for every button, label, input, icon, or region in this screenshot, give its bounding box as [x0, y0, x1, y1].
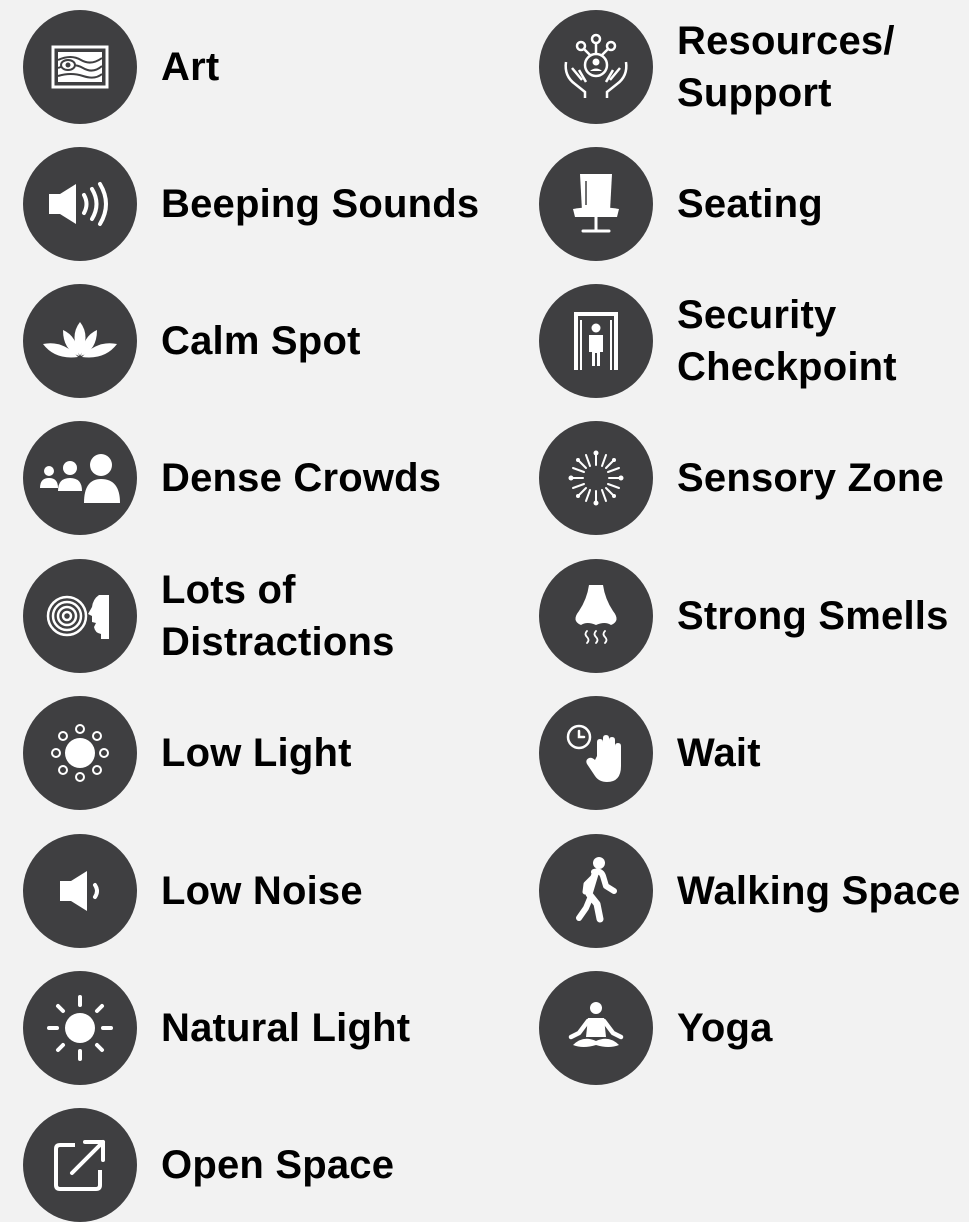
lotus-icon [23, 284, 137, 398]
security-gate-icon [539, 284, 653, 398]
support-hands-icon [539, 10, 653, 124]
legend-label: Yoga [677, 1006, 773, 1050]
yoga-person-icon [539, 971, 653, 1085]
legend-item-lots-of-distractions: Lots of Distractions [23, 559, 395, 673]
legend-label: Resources/ Support [677, 19, 895, 115]
legend-label: Natural Light [161, 1006, 411, 1050]
legend-item-strong-smells: Strong Smells [539, 559, 949, 673]
crowd-icon [23, 421, 137, 535]
legend-item-walking-space: Walking Space [539, 834, 960, 948]
legend-label: Strong Smells [677, 594, 949, 638]
art-icon [23, 10, 137, 124]
legend-item-seating: Seating [539, 147, 823, 261]
legend-item-dense-crowds: Dense Crowds [23, 421, 441, 535]
nose-smell-icon [539, 559, 653, 673]
legend-item-resources-support: Resources/ Support [539, 10, 895, 124]
legend-label: Beeping Sounds [161, 182, 480, 226]
legend-item-security-checkpoint: Security Checkpoint [539, 284, 897, 398]
legend-item-wait: Wait [539, 696, 761, 810]
legend-item-natural-light: Natural Light [23, 971, 410, 1085]
legend-item-yoga: Yoga [539, 971, 773, 1085]
legend-item-low-light: Low Light [23, 696, 352, 810]
legend-label: Sensory Zone [677, 456, 944, 500]
speaker-quiet-icon [23, 834, 137, 948]
legend-item-calm-spot: Calm Spot [23, 284, 361, 398]
wait-hand-clock-icon [539, 696, 653, 810]
legend-label: Wait [677, 731, 761, 775]
legend-item-open-space: Open Space [23, 1108, 394, 1222]
legend-item-low-noise: Low Noise [23, 834, 363, 948]
sensory-legend: Art Beeping Sounds Calm Spot Dense Crowd… [0, 0, 969, 1222]
sensory-burst-icon [539, 421, 653, 535]
legend-label: Walking Space [677, 869, 961, 913]
legend-label: Low Noise [161, 869, 363, 913]
legend-label: Security Checkpoint [677, 293, 897, 389]
legend-label: Calm Spot [161, 319, 361, 363]
expand-arrow-icon [23, 1108, 137, 1222]
distraction-spiral-icon [23, 559, 137, 673]
legend-label: Open Space [161, 1143, 395, 1187]
legend-label: Seating [677, 182, 823, 226]
walking-person-icon [539, 834, 653, 948]
legend-item-art: Art [23, 10, 219, 124]
legend-label: Art [161, 45, 220, 89]
legend-item-beeping-sounds: Beeping Sounds [23, 147, 479, 261]
legend-item-sensory-zone: Sensory Zone [539, 421, 944, 535]
sun-icon [23, 971, 137, 1085]
legend-label: Dense Crowds [161, 456, 442, 500]
chair-icon [539, 147, 653, 261]
dim-sun-icon [23, 696, 137, 810]
legend-label: Lots of Distractions [161, 568, 395, 664]
legend-label: Low Light [161, 731, 352, 775]
speaker-loud-icon [23, 147, 137, 261]
